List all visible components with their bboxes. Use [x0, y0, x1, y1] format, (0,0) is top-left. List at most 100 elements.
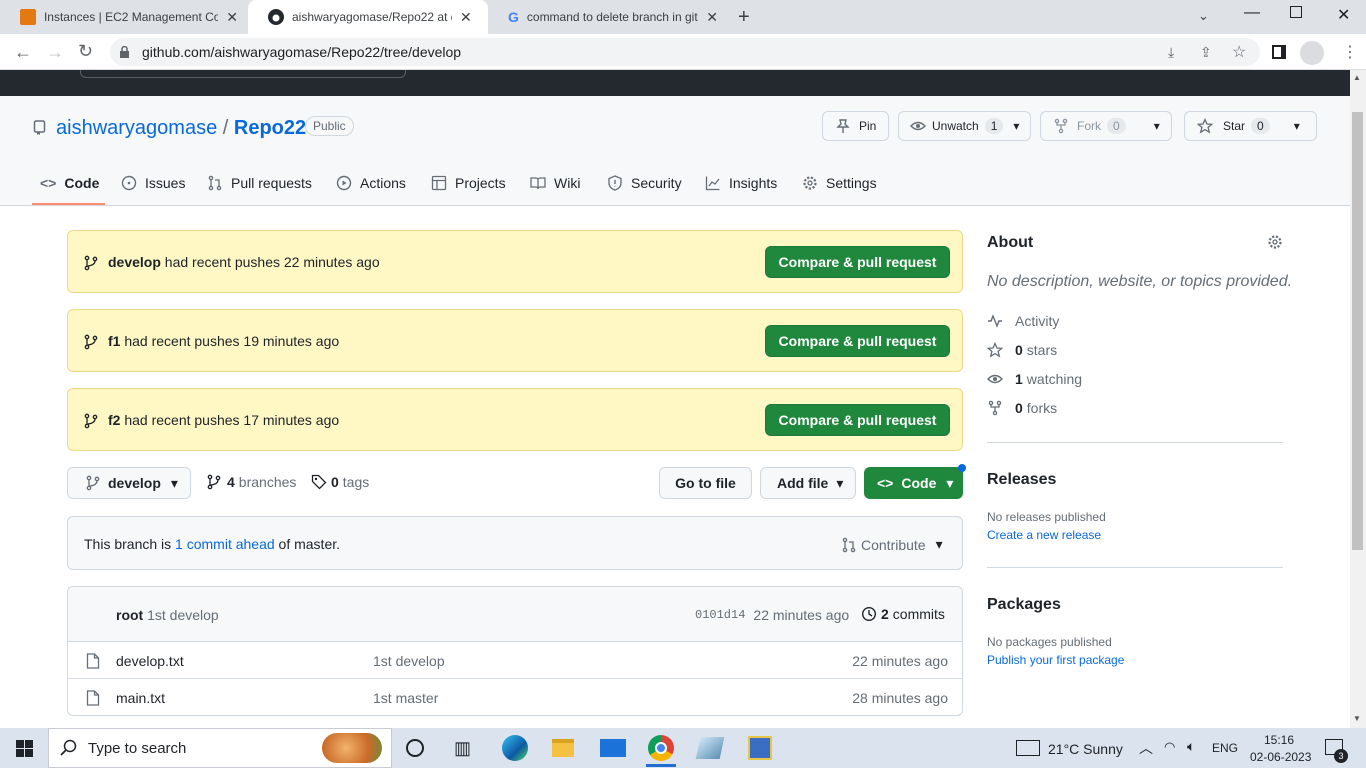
table-row: main.txt 1st master 28 minutes ago: [68, 679, 962, 715]
install-icon[interactable]: ⤓: [1168, 44, 1174, 61]
file-commit-message[interactable]: 1st master: [373, 690, 438, 706]
repo-owner-link[interactable]: aishwaryagomase: [56, 117, 217, 139]
caret-down-icon: ▾: [170, 474, 178, 491]
ahead-link[interactable]: 1 commit ahead: [175, 536, 275, 552]
file-commit-message[interactable]: 1st develop: [373, 653, 445, 669]
packages-heading[interactable]: Packages: [987, 596, 1061, 614]
add-file-button[interactable]: Add file ▾: [760, 467, 856, 499]
code-dropdown-button[interactable]: <> Code ▾: [864, 467, 963, 499]
tab-google[interactable]: G command to delete branch in git ✕: [488, 0, 728, 34]
commit-message[interactable]: 1st develop: [147, 607, 219, 623]
close-icon[interactable]: ✕: [460, 9, 472, 26]
unwatch-button[interactable]: Unwatch 1 ▾: [898, 111, 1031, 141]
github-icon: [268, 9, 284, 25]
volume-icon[interactable]: 🔈︎: [1187, 738, 1195, 755]
tab-projects[interactable]: Projects: [431, 172, 506, 194]
windows-start-icon[interactable]: [16, 740, 33, 757]
branch-name: develop: [108, 254, 161, 270]
share-icon[interactable]: ⇪: [1200, 44, 1212, 61]
tab-insights[interactable]: Insights: [705, 172, 777, 194]
compare-pull-request-button[interactable]: Compare & pull request: [765, 404, 950, 436]
header-search-input[interactable]: [80, 70, 406, 78]
fork-button[interactable]: Fork 0 ▾: [1040, 111, 1172, 141]
new-tab-button[interactable]: +: [738, 6, 750, 29]
branch-select-label: develop: [108, 475, 161, 491]
weather-widget-icon[interactable]: [1016, 740, 1040, 756]
tab-security[interactable]: Security: [607, 172, 682, 194]
minimize-button[interactable]: —: [1244, 4, 1260, 22]
weather-text[interactable]: 21°C Sunny: [1048, 741, 1123, 757]
file-explorer-icon[interactable]: [552, 739, 574, 757]
publish-package-link[interactable]: Publish your first package: [987, 653, 1124, 667]
activity-link[interactable]: Activity: [987, 313, 1059, 329]
caret-down-icon: ▾: [1013, 119, 1020, 133]
network-icon[interactable]: ◠: [1164, 739, 1175, 755]
pin-button[interactable]: Pin: [822, 111, 889, 141]
cortana-icon[interactable]: [406, 739, 424, 757]
recent-push-banner: f1 had recent pushes 19 minutes ago Comp…: [67, 309, 963, 372]
tab-wiki[interactable]: Wiki: [530, 172, 580, 194]
releases-heading[interactable]: Releases: [987, 471, 1056, 489]
tab-actions[interactable]: Actions: [336, 172, 406, 194]
bookmark-star-icon[interactable]: ☆: [1232, 42, 1246, 62]
contribute-button[interactable]: Contribute ▾: [841, 536, 943, 553]
tab-search-icon[interactable]: ⌄: [1198, 8, 1209, 24]
branches-link[interactable]: 4 branches: [207, 474, 296, 490]
compare-pull-request-button[interactable]: Compare & pull request: [765, 246, 950, 278]
fork-icon: [1054, 118, 1068, 134]
language-indicator[interactable]: ENG: [1212, 741, 1238, 755]
tab-ec2[interactable]: Instances | EC2 Management Con ✕: [0, 0, 248, 34]
scrollbar-thumb[interactable]: [1352, 112, 1363, 550]
commit-author[interactable]: root: [116, 607, 143, 623]
create-release-link[interactable]: Create a new release: [987, 528, 1101, 542]
putty-icon[interactable]: [748, 736, 772, 760]
star-icon: [987, 342, 1003, 358]
commits-link[interactable]: 2 commits: [861, 606, 945, 622]
chevron-up-icon[interactable]: ︿: [1139, 738, 1153, 758]
go-to-file-button[interactable]: Go to file: [659, 467, 752, 499]
tab-github[interactable]: aishwaryagomase/Repo22 at dev ✕: [248, 0, 488, 34]
star-button[interactable]: Star 0 ▾: [1184, 111, 1317, 141]
tab-pull-requests[interactable]: Pull requests: [207, 172, 312, 194]
mail-icon[interactable]: [600, 739, 626, 757]
restore-button[interactable]: [1290, 6, 1302, 18]
tab-label: Security: [631, 175, 682, 191]
star-count: 0: [1251, 118, 1270, 134]
menu-icon[interactable]: ⋮: [1342, 42, 1358, 62]
unwatch-count: 1: [984, 118, 1004, 134]
stars-link[interactable]: 0 stars: [987, 342, 1057, 358]
reload-icon[interactable]: ↻: [78, 41, 93, 62]
gear-icon[interactable]: [1267, 234, 1283, 250]
push-text: had recent pushes 19 minutes ago: [124, 333, 340, 349]
lock-icon: [120, 46, 129, 58]
repo-name-link[interactable]: Repo22: [234, 117, 306, 139]
scroll-up-icon[interactable]: ▲: [1353, 73, 1361, 82]
tab-code[interactable]: <> Code: [40, 172, 99, 194]
chrome-icon[interactable]: [648, 735, 674, 761]
close-icon[interactable]: ✕: [226, 9, 238, 26]
commit-sha[interactable]: 0101d14: [695, 608, 745, 622]
clock-time[interactable]: 15:16: [1264, 733, 1294, 747]
fork-label: Fork: [1077, 119, 1101, 133]
back-icon[interactable]: ←: [14, 42, 32, 63]
task-view-icon[interactable]: ▥: [454, 738, 471, 759]
side-panel-icon[interactable]: [1272, 45, 1286, 59]
close-window-button[interactable]: ✕: [1337, 5, 1350, 25]
tags-link[interactable]: 0 tags: [311, 474, 369, 490]
forks-link[interactable]: 0 forks: [987, 400, 1057, 416]
profile-avatar[interactable]: [1300, 41, 1324, 65]
forward-icon[interactable]: →: [46, 42, 64, 63]
scroll-down-icon[interactable]: ▼: [1353, 714, 1361, 723]
file-name-link[interactable]: main.txt: [116, 690, 165, 706]
notepad-app-icon[interactable]: [695, 737, 725, 759]
url-text: github.com/aishwaryagomase/Repo22/tree/d…: [142, 44, 462, 60]
branch-select-button[interactable]: develop ▾: [67, 467, 191, 499]
close-icon[interactable]: ✕: [706, 9, 718, 26]
clock-date[interactable]: 02-06-2023: [1250, 750, 1311, 764]
tab-issues[interactable]: Issues: [121, 172, 185, 194]
file-name-link[interactable]: develop.txt: [116, 653, 184, 669]
compare-pull-request-button[interactable]: Compare & pull request: [765, 325, 950, 357]
watching-link[interactable]: 1 watching: [987, 371, 1082, 387]
tab-settings[interactable]: Settings: [802, 172, 877, 194]
edge-icon[interactable]: [502, 735, 528, 761]
